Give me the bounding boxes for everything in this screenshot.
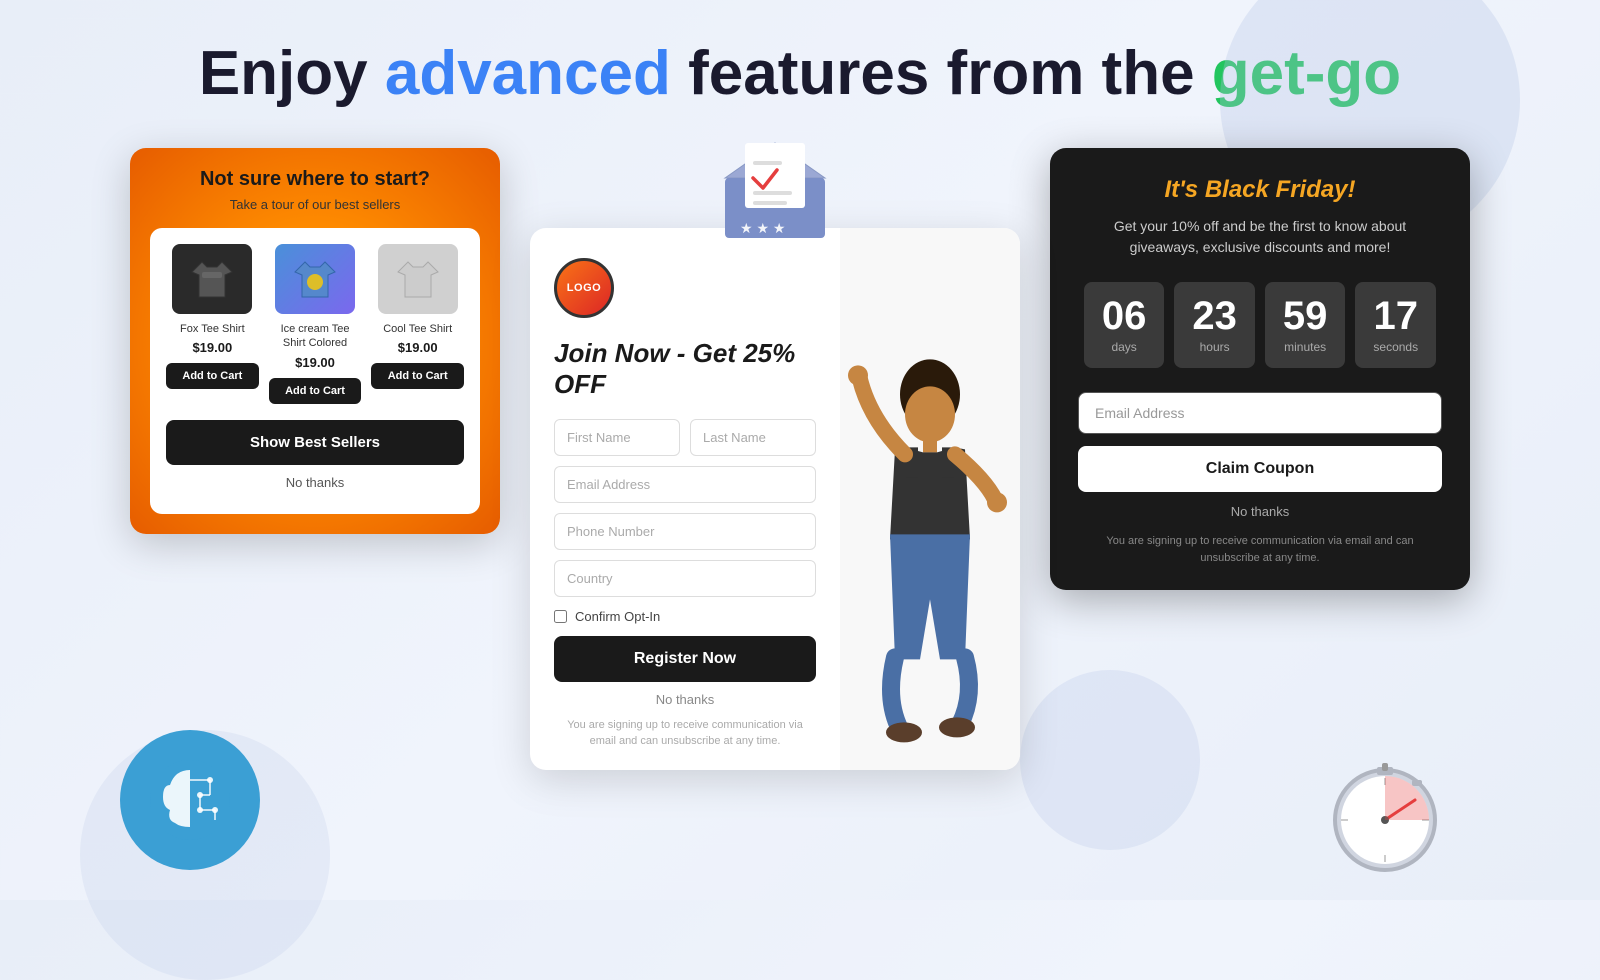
product-name-1: Fox Tee Shirt [166,322,259,336]
product-price-3: $19.00 [371,340,464,355]
svg-text:★ ★ ★: ★ ★ ★ [740,220,785,236]
logo-circle: LOGO [554,258,614,318]
stopwatch-icon-container [1320,745,1450,880]
reg-no-thanks[interactable]: No thanks [554,692,816,707]
first-name-input[interactable] [554,419,680,456]
countdown-hours: 23 hours [1174,282,1255,368]
brain-icon-container [120,730,260,870]
reg-disclaimer: You are signing up to receive communicat… [554,717,816,750]
product-item-2: Ice cream Tee Shirt Colored $19.00 Add t… [269,244,362,404]
product-item-3: Cool Tee Shirt $19.00 Add to Cart [371,244,464,404]
registration-popup: LOGO Join Now - Get 25% OFF Confirm Opt-… [530,228,1020,769]
add-cart-button-3[interactable]: Add to Cart [371,363,464,389]
jumping-person-svg [840,228,1020,769]
reg-title: Join Now - Get 25% OFF [554,338,816,400]
countdown-timer: 06 days 23 hours 59 minutes 17 seconds [1078,282,1442,368]
show-best-sellers-button[interactable]: Show Best Sellers [166,420,464,465]
bf-subtitle: Get your 10% off and be the first to kno… [1078,216,1442,258]
minutes-value: 59 [1283,296,1328,336]
claim-coupon-button[interactable]: Claim Coupon [1078,446,1442,492]
stopwatch-svg [1320,745,1450,875]
product-popup: Not sure where to start? Take a tour of … [130,148,500,534]
bf-title: It's Black Friday! [1078,176,1442,204]
days-value: 06 [1102,296,1147,336]
last-name-input[interactable] [690,419,816,456]
product-image-2 [275,244,355,314]
product-image-1 [172,244,252,314]
bf-disclaimer: You are signing up to receive communicat… [1078,533,1442,566]
product-name-2: Ice cream Tee Shirt Colored [269,322,362,351]
countdown-days: 06 days [1084,282,1165,368]
minutes-label: minutes [1283,340,1328,354]
header-part1: Enjoy [199,39,385,108]
seconds-label: seconds [1373,340,1418,354]
product-item-1: Fox Tee Shirt $19.00 Add to Cart [166,244,259,404]
hours-value: 23 [1192,296,1237,336]
countdown-minutes: 59 minutes [1265,282,1346,368]
brain-circle [120,730,260,870]
email-input[interactable] [554,466,816,503]
add-cart-button-2[interactable]: Add to Cart [269,378,362,404]
countdown-seconds: 17 seconds [1355,282,1436,368]
product-name-3: Cool Tee Shirt [371,322,464,336]
black-friday-popup: It's Black Friday! Get your 10% off and … [1050,148,1470,590]
product-popup-subtitle: Take a tour of our best sellers [150,197,480,212]
seconds-value: 17 [1373,296,1418,336]
brain-svg [145,755,235,845]
hours-label: hours [1192,340,1237,354]
logo-text: LOGO [567,282,601,294]
register-button[interactable]: Register Now [554,636,816,682]
product-popup-title: Not sure where to start? [150,168,480,191]
center-area: ★ ★ ★ LOGO Join Now - Get 25% OFF [530,138,1020,769]
phone-input[interactable] [554,513,816,550]
optin-checkbox[interactable] [554,610,567,623]
product-image-3 [378,244,458,314]
bf-email-input[interactable] [1078,392,1442,434]
days-label: days [1102,340,1147,354]
product-items: Fox Tee Shirt $19.00 Add to Cart Ice cre… [166,244,464,404]
product-no-thanks[interactable]: No thanks [166,475,464,498]
optin-row: Confirm Opt-In [554,609,816,624]
optin-label: Confirm Opt-In [575,609,660,624]
logo-area: LOGO [554,258,816,318]
reg-form-left: LOGO Join Now - Get 25% OFF Confirm Opt-… [530,228,840,769]
header-advanced: advanced [385,39,671,108]
country-input[interactable] [554,560,816,597]
main-content: Not sure where to start? Take a tour of … [0,138,1600,769]
product-list: Fox Tee Shirt $19.00 Add to Cart Ice cre… [150,228,480,514]
header-part3: features from the [671,39,1212,108]
product-price-1: $19.00 [166,340,259,355]
product-price-2: $19.00 [269,355,362,370]
bf-no-thanks[interactable]: No thanks [1078,504,1442,519]
add-cart-button-1[interactable]: Add to Cart [166,363,259,389]
email-icon: ★ ★ ★ [715,138,835,248]
reg-form-right [840,228,1020,769]
